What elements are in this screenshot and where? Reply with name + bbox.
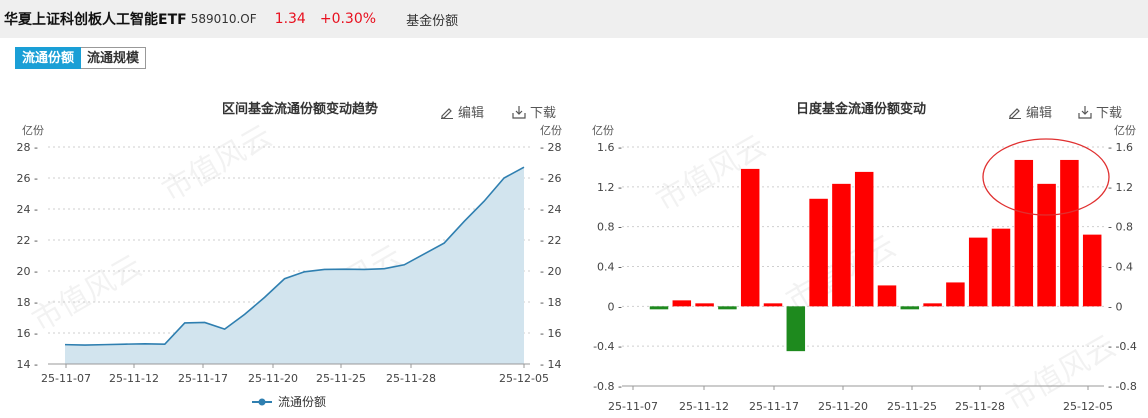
bar bbox=[968, 237, 988, 307]
legend-label: 流通份额 bbox=[278, 395, 326, 409]
x-tick-label: 25-12-05 bbox=[499, 372, 549, 385]
y-tick-label-left: 0.4 - bbox=[597, 261, 622, 274]
bar bbox=[1037, 183, 1056, 307]
daily-chart-svg: 市值风云市值风云市值风云亿份亿份-0.8 -- -0.8-0.4 -- -0.4… bbox=[592, 124, 1137, 418]
fund-code: 589010.OF bbox=[190, 12, 257, 26]
bar bbox=[672, 300, 692, 307]
bar bbox=[877, 285, 897, 307]
tab-group: 流通份额 流通规模 bbox=[15, 47, 147, 69]
y-tick-label-left: 14 - bbox=[17, 358, 38, 371]
y-tick-label-left: 0 - bbox=[608, 300, 622, 313]
x-tick-label: 25-11-17 bbox=[749, 400, 799, 413]
bar bbox=[946, 282, 965, 307]
section-label: 基金份额 bbox=[406, 13, 459, 29]
tab-circulating-shares[interactable]: 流通份额 bbox=[15, 47, 82, 69]
bar bbox=[740, 168, 760, 307]
y-tick-label-right: - 0.8 bbox=[1108, 221, 1133, 234]
y-axis-unit-left: 亿份 bbox=[22, 124, 44, 137]
trend-chart-svg: 市值风云市值风云市值风云亿份亿份14 -- 1416 -- 1618 -- 18… bbox=[17, 119, 562, 409]
bar bbox=[763, 303, 783, 307]
y-axis-unit-right: 亿份 bbox=[1114, 124, 1136, 137]
y-tick-label-right: - 24 bbox=[540, 203, 561, 216]
daily-chart-panel: 日度基金流通份额变动 编辑 下载 市值风云市值风云市值风云亿份亿份-0.8 --… bbox=[574, 82, 1148, 418]
fund-title: 华夏上证科创板人工智能ETF bbox=[4, 12, 187, 28]
bar bbox=[1014, 159, 1034, 307]
fund-change: +0.30% bbox=[319, 11, 377, 27]
y-tick-label-left: 16 - bbox=[17, 327, 38, 340]
watermark-text: 市值风云 bbox=[157, 119, 278, 209]
y-tick-label-left: 1.6 - bbox=[597, 141, 622, 154]
bar bbox=[786, 306, 806, 352]
y-tick-label-right: - 20 bbox=[540, 265, 561, 278]
bar bbox=[1082, 234, 1102, 307]
bar bbox=[923, 303, 942, 307]
y-tick-label-right: - 1.6 bbox=[1108, 141, 1133, 154]
x-tick-label: 25-11-07 bbox=[608, 400, 658, 413]
y-tick-label-right: - 1.2 bbox=[1108, 181, 1133, 194]
bar bbox=[1060, 159, 1079, 307]
bar bbox=[809, 198, 828, 307]
y-tick-label-right: - 16 bbox=[540, 327, 561, 340]
y-tick-label-left: 0.8 - bbox=[597, 221, 622, 234]
x-tick-label: 25-11-25 bbox=[316, 372, 366, 385]
y-tick-label-left: -0.4 - bbox=[593, 340, 622, 353]
y-tick-label-right: - 0.4 bbox=[1108, 261, 1133, 274]
y-tick-label-left: 28 - bbox=[17, 141, 38, 154]
y-tick-label-right: - 18 bbox=[540, 296, 561, 309]
y-tick-label-right: - 14 bbox=[540, 358, 561, 371]
y-axis-unit-left: 亿份 bbox=[592, 124, 614, 137]
header-bar: 华夏上证科创板人工智能ETF 589010.OF 1.34 +0.30% 基金份… bbox=[0, 0, 1148, 38]
bar bbox=[718, 306, 737, 310]
y-tick-label-left: 18 - bbox=[17, 296, 38, 309]
x-tick-label: 25-11-17 bbox=[178, 372, 228, 385]
x-tick-label: 25-11-20 bbox=[248, 372, 298, 385]
y-tick-label-right: - 26 bbox=[540, 172, 561, 185]
x-tick-label: 25-11-28 bbox=[386, 372, 436, 385]
x-tick-label: 25-11-12 bbox=[679, 400, 729, 413]
x-tick-label: 25-11-12 bbox=[109, 372, 159, 385]
y-tick-label-right: - 28 bbox=[540, 141, 561, 154]
y-tick-label-right: - -0.8 bbox=[1108, 380, 1137, 393]
y-tick-label-left: 1.2 - bbox=[597, 181, 622, 194]
x-tick-label: 25-12-05 bbox=[1063, 400, 1113, 413]
bar bbox=[854, 171, 874, 307]
y-tick-label-left: 22 - bbox=[17, 234, 38, 247]
tab-circulating-scale[interactable]: 流通规模 bbox=[81, 47, 147, 69]
y-tick-label-right: - 0 bbox=[1108, 300, 1122, 313]
y-tick-label-left: 20 - bbox=[17, 265, 38, 278]
x-tick-label: 25-11-28 bbox=[955, 400, 1005, 413]
x-tick-label: 25-11-07 bbox=[41, 372, 91, 385]
bar bbox=[832, 183, 851, 307]
y-tick-label-right: - -0.4 bbox=[1108, 340, 1137, 353]
y-tick-label-left: 24 - bbox=[17, 203, 38, 216]
x-tick-label: 25-11-20 bbox=[818, 400, 868, 413]
y-tick-label-left: -0.8 - bbox=[593, 380, 622, 393]
y-tick-label-right: - 22 bbox=[540, 234, 561, 247]
bar bbox=[900, 306, 920, 310]
bar bbox=[991, 228, 1011, 307]
y-tick-label-left: 26 - bbox=[17, 172, 38, 185]
legend-marker bbox=[258, 398, 266, 406]
bar bbox=[649, 306, 669, 310]
watermark-text: 市值风云 bbox=[27, 249, 148, 339]
x-tick-label: 25-11-25 bbox=[887, 400, 937, 413]
trend-chart-panel: 区间基金流通份额变动趋势 编辑 下载 市值风云市值风云市值风云亿份亿份14 --… bbox=[0, 82, 574, 418]
fund-price: 1.34 bbox=[274, 11, 306, 27]
y-axis-unit-right: 亿份 bbox=[540, 124, 562, 137]
bar bbox=[695, 303, 714, 307]
